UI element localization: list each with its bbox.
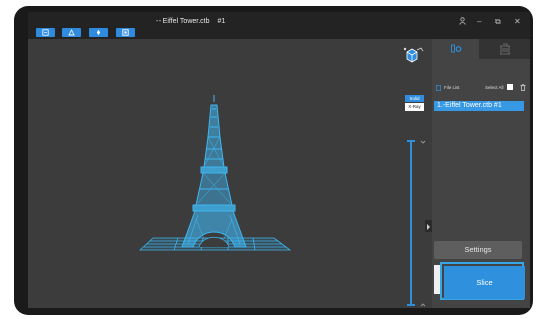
title-suffix: #1 xyxy=(217,18,226,25)
printer-icon xyxy=(500,43,510,55)
title-bar: --Eiffel Tower.ctb #1 – ⧉ ✕ xyxy=(28,12,530,39)
print-settings-icon xyxy=(451,44,462,53)
support-button[interactable] xyxy=(89,28,108,37)
xray-view-button[interactable]: X-Ray xyxy=(405,103,424,111)
slice-button[interactable]: Slice xyxy=(444,266,525,299)
settings-button[interactable]: Settings xyxy=(434,241,522,259)
user-icon[interactable] xyxy=(459,17,466,25)
open-file-icon xyxy=(42,29,49,36)
hollow-button[interactable] xyxy=(116,28,135,37)
panel-collapse-button[interactable] xyxy=(425,220,432,232)
slider-up-chevron-icon xyxy=(420,140,426,144)
file-list-item[interactable]: 1.-Eiffel Tower.ctb #1 xyxy=(434,101,524,111)
window-title: --Eiffel Tower.ctb #1 xyxy=(156,18,225,25)
file-list-icon xyxy=(436,85,441,91)
title-prefix: -- xyxy=(156,18,162,25)
file-list-header: File List Select All xyxy=(436,84,526,92)
tab-printer[interactable] xyxy=(479,39,530,59)
viewport-3d[interactable]: Solid X-Ray xyxy=(28,39,432,308)
open-file-button[interactable] xyxy=(36,28,55,37)
view-mode-toggle: Solid X-Ray xyxy=(405,95,424,111)
select-all-label: Select All xyxy=(485,85,504,90)
trash-icon[interactable] xyxy=(520,84,526,91)
select-all-checkbox[interactable] xyxy=(507,84,513,90)
title-filename: Eiffel Tower.ctb xyxy=(162,18,210,25)
file-list-item-label: 1.-Eiffel Tower.ctb #1 xyxy=(437,102,502,109)
view-cube-icon[interactable] xyxy=(402,46,424,66)
support-icon xyxy=(96,29,101,36)
tab-print-settings[interactable] xyxy=(432,39,479,59)
layout-button[interactable] xyxy=(62,28,81,37)
slider-down-chevron-icon xyxy=(420,303,426,307)
chevron-right-icon xyxy=(427,224,430,230)
app-window: --Eiffel Tower.ctb #1 – ⧉ ✕ Solid X-Ray … xyxy=(28,12,530,308)
layout-icon xyxy=(68,29,75,36)
file-list-label: File List xyxy=(444,85,460,90)
minimize-button[interactable]: – xyxy=(477,17,481,26)
close-button[interactable]: ✕ xyxy=(514,17,521,26)
restore-button[interactable]: ⧉ xyxy=(495,17,501,27)
hollow-icon xyxy=(122,29,129,36)
eiffel-tower-model xyxy=(181,95,247,248)
solid-view-button[interactable]: Solid xyxy=(405,95,424,102)
model-render[interactable] xyxy=(28,39,432,308)
